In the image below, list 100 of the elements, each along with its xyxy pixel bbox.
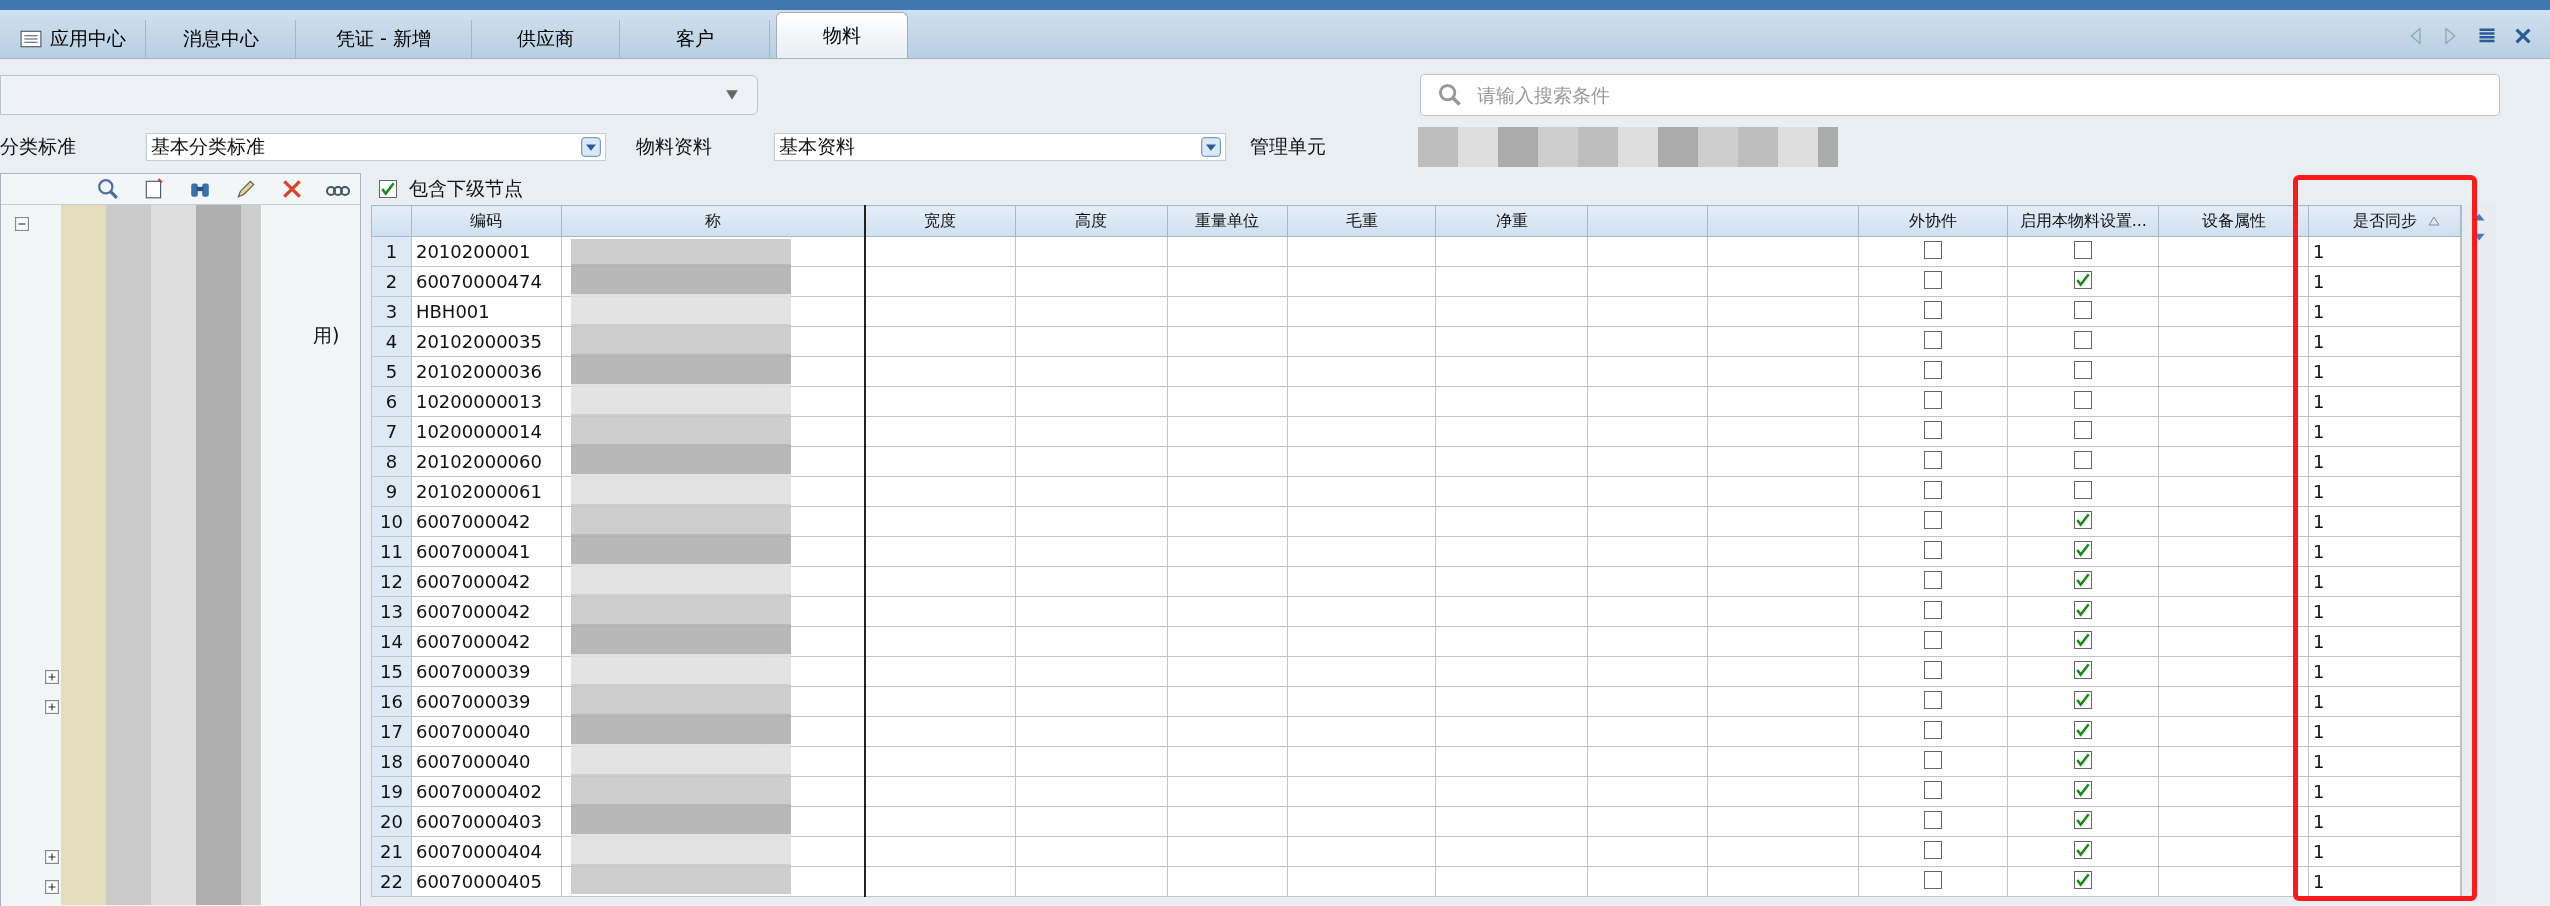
checkbox[interactable] — [2074, 751, 2093, 769]
row-number: 21 — [371, 836, 412, 867]
checkbox[interactable] — [1923, 450, 1942, 469]
dropdown-field[interactable] — [0, 75, 758, 115]
checkbox[interactable] — [2074, 841, 2093, 859]
tab[interactable]: 应用中心 — [0, 20, 146, 58]
table-cell: 60070000403 — [415, 811, 542, 832]
tab[interactable]: 消息中心 — [146, 20, 296, 58]
checkbox[interactable] — [1923, 720, 1942, 739]
column-header[interactable]: 外协件 — [1858, 205, 2008, 237]
column-header[interactable]: 高度 — [1015, 205, 1168, 237]
table-cell: 6007000040 — [415, 751, 531, 772]
column-header[interactable]: 重量单位 — [1167, 205, 1288, 237]
table-cell: 6007000041 — [415, 541, 531, 562]
checkbox[interactable] — [2074, 871, 2093, 889]
checkbox[interactable] — [1923, 570, 1942, 589]
dropdown-icon[interactable] — [725, 89, 739, 101]
column-header[interactable]: 是否同步 — [2308, 205, 2461, 237]
table-cell: 60070000474 — [415, 271, 542, 292]
checkbox[interactable] — [1923, 750, 1942, 769]
tab[interactable]: 供应商 — [472, 20, 620, 58]
checkbox[interactable] — [2074, 420, 2093, 439]
row-number: 13 — [371, 596, 412, 627]
select-field[interactable]: 基本分类标准 — [146, 133, 606, 161]
checkbox[interactable] — [1923, 420, 1942, 439]
row-number: 6 — [371, 386, 412, 417]
search-field[interactable]: 请输入搜索条件 — [1420, 74, 2500, 116]
table-cell: 1 — [2313, 271, 2325, 292]
close-icon[interactable] — [2514, 26, 2532, 46]
row-number: 4 — [371, 326, 412, 357]
column-header[interactable]: 编码 — [411, 205, 562, 237]
table-cell: 60070000405 — [415, 871, 542, 892]
checkbox[interactable] — [1923, 600, 1942, 619]
column-header[interactable]: 设备属性 — [2158, 205, 2309, 237]
column-header[interactable]: 毛重 — [1287, 205, 1436, 237]
row-number: 1 — [371, 236, 412, 267]
tab[interactable]: 物料 — [776, 12, 908, 58]
checkbox[interactable] — [2074, 721, 2093, 739]
expand-icon[interactable] — [45, 850, 59, 864]
checkbox[interactable] — [2074, 271, 2093, 289]
column-header[interactable]: 净重 — [1435, 205, 1588, 237]
table-cell: 1 — [2313, 481, 2325, 502]
checkbox[interactable] — [2074, 240, 2093, 259]
checkbox[interactable] — [1923, 240, 1942, 259]
checkbox[interactable] — [1923, 840, 1942, 859]
checkbox[interactable] — [2074, 450, 2093, 469]
checkbox[interactable] — [2074, 661, 2093, 679]
checkbox[interactable] — [2074, 631, 2093, 649]
checkbox[interactable] — [2074, 541, 2093, 559]
checkbox[interactable] — [2074, 390, 2093, 409]
checkbox[interactable] — [1923, 660, 1942, 679]
expand-icon[interactable] — [45, 670, 59, 684]
pencil-icon[interactable] — [234, 178, 258, 200]
table-cell: 10200000013 — [415, 391, 542, 412]
row-number: 16 — [371, 686, 412, 717]
table-cell: 6007000042 — [415, 571, 531, 592]
row-number: 5 — [371, 356, 412, 387]
checkbox[interactable] — [1923, 270, 1942, 289]
checkbox[interactable] — [1923, 630, 1942, 649]
column-header[interactable]: 称 — [561, 205, 865, 237]
checkbox[interactable] — [1923, 300, 1942, 319]
checkbox[interactable] — [1923, 810, 1942, 829]
checkbox[interactable] — [1923, 690, 1942, 709]
checkbox[interactable] — [2074, 480, 2093, 499]
checkbox[interactable] — [1923, 540, 1942, 559]
column-header[interactable]: 宽度 — [864, 205, 1016, 237]
tree-item[interactable]: 用) — [313, 323, 340, 349]
table-cell: 1 — [2313, 541, 2325, 562]
dropdown-icon[interactable] — [1201, 137, 1221, 157]
checkbox[interactable] — [2074, 691, 2093, 709]
checkbox[interactable] — [1923, 510, 1942, 529]
checkbox[interactable] — [2074, 811, 2093, 829]
expand-icon[interactable] — [45, 700, 59, 714]
checkbox[interactable] — [2074, 571, 2093, 589]
checkbox[interactable] — [1923, 330, 1942, 349]
table-cell: 6007000042 — [415, 601, 531, 622]
checkbox[interactable] — [2074, 601, 2093, 619]
checkbox[interactable] — [379, 180, 397, 198]
column-header[interactable]: 启用本物料设置... — [2007, 205, 2159, 237]
tab[interactable]: 凭证 - 新增 — [296, 20, 472, 58]
collapse-icon[interactable] — [15, 217, 29, 231]
table-cell: 1 — [2313, 391, 2325, 412]
checkbox[interactable] — [2074, 300, 2093, 319]
checkbox[interactable] — [2074, 360, 2093, 379]
select-field[interactable]: 基本资料 — [774, 133, 1226, 161]
checkbox[interactable] — [1923, 360, 1942, 379]
checkbox[interactable] — [2074, 781, 2093, 799]
table-cell: 60070000404 — [415, 841, 542, 862]
row-number: 3 — [371, 296, 412, 327]
dropdown-icon[interactable] — [581, 137, 601, 157]
checkbox[interactable] — [1923, 390, 1942, 409]
checkbox[interactable] — [2074, 330, 2093, 349]
checkbox[interactable] — [1923, 870, 1942, 889]
checkbox[interactable] — [1923, 780, 1942, 799]
checkbox[interactable] — [1923, 480, 1942, 499]
expand-icon[interactable] — [45, 880, 59, 894]
tab[interactable]: 客户 — [620, 20, 770, 58]
search-icon[interactable] — [96, 178, 120, 200]
checkbox[interactable] — [2074, 511, 2093, 529]
delete-icon[interactable] — [280, 178, 304, 200]
